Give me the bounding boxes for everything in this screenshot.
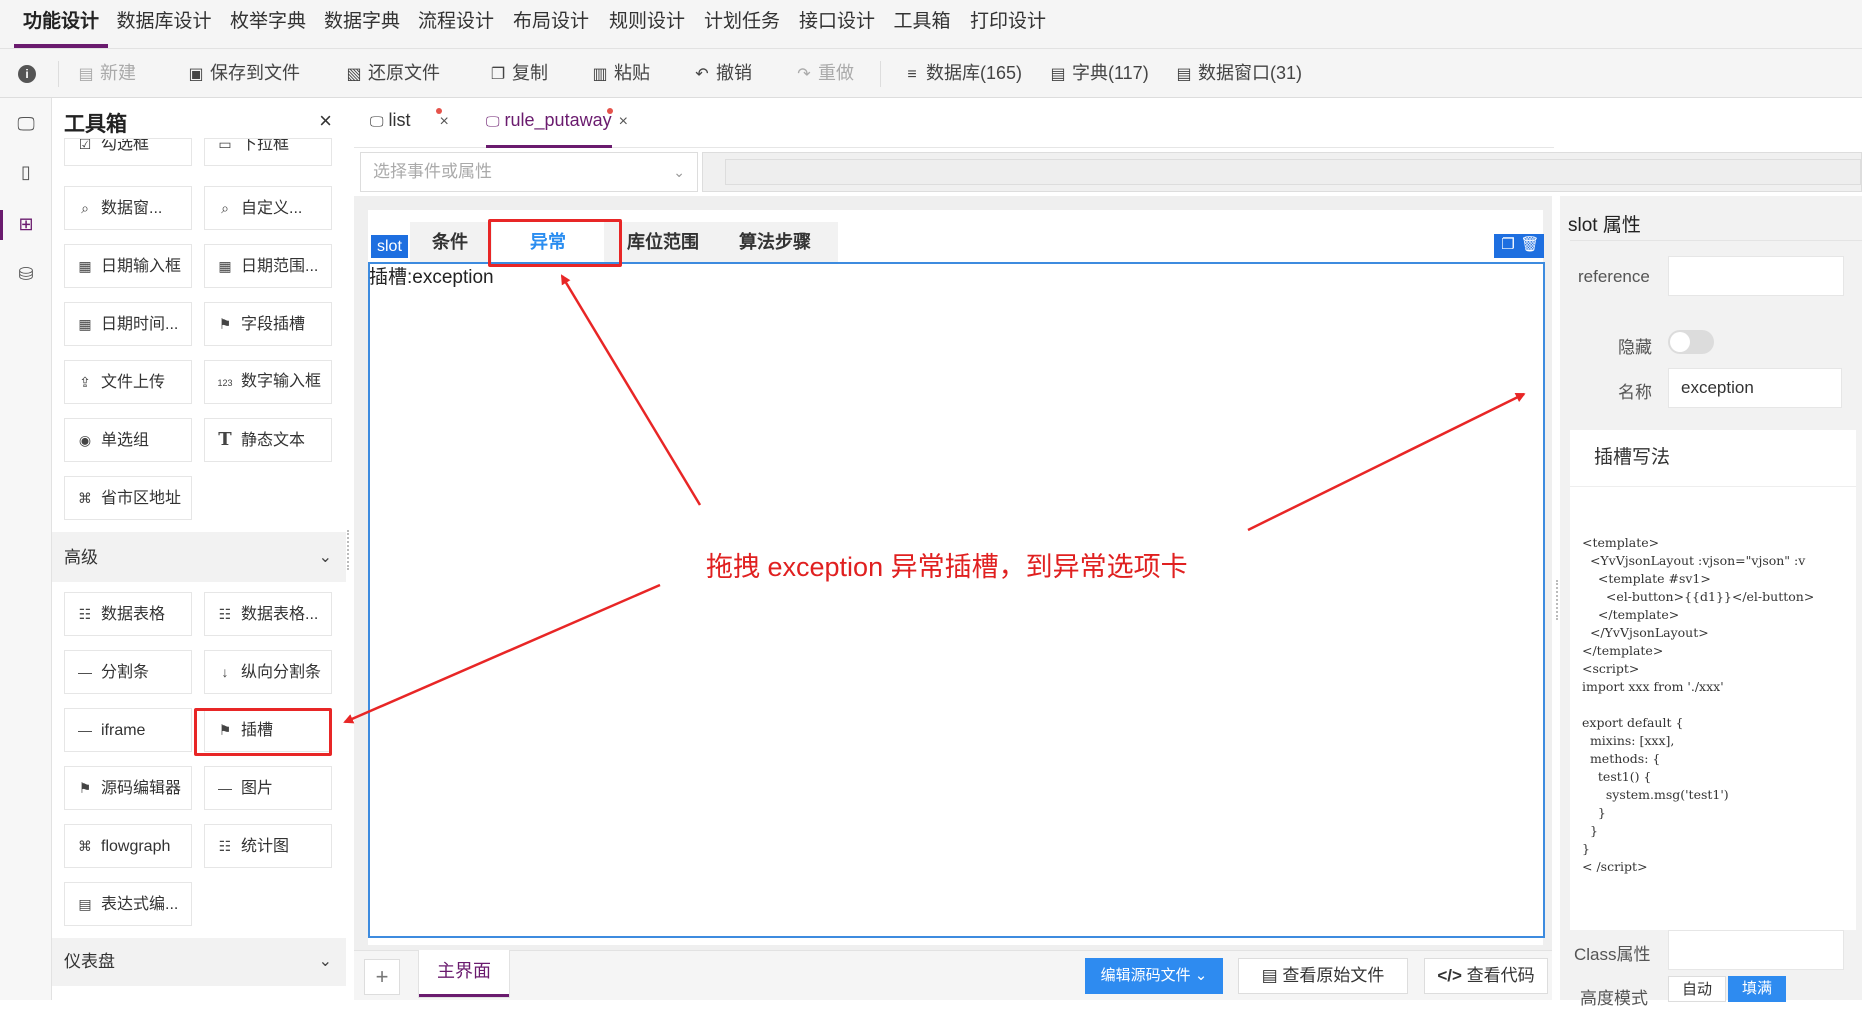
tab-active-indicator [419, 994, 509, 997]
file-icon: ▤ [1261, 966, 1278, 985]
arrow-to-exception-tab [560, 274, 702, 506]
height-mode-fill[interactable]: 填满 [1728, 976, 1786, 1002]
toggle-knob [1670, 332, 1690, 352]
edit-source-button[interactable]: 编辑源码文件 ⌄ [1085, 958, 1223, 994]
name-label: 名称 [1618, 383, 1652, 402]
hidden-label: 隐藏 [1618, 338, 1652, 357]
height-mode-auto[interactable]: 自动 [1668, 976, 1726, 1002]
class-input[interactable] [1668, 930, 1844, 970]
props-divider [1570, 240, 1862, 241]
view-code-label: 查看代码 [1466, 966, 1535, 985]
height-mode-label: 高度模式 [1580, 989, 1648, 1008]
card-divider [1570, 486, 1856, 487]
code-icon: </> [1437, 966, 1462, 985]
main-page-tab-label: 主界面 [437, 961, 491, 981]
arrow-to-name-field [1247, 392, 1526, 532]
view-code-button[interactable]: </> 查看代码 [1424, 958, 1548, 994]
reference-input[interactable] [1668, 256, 1844, 296]
class-label: Class属性 [1574, 945, 1651, 964]
main-page-tab[interactable]: 主界面 [418, 950, 510, 998]
add-page-button[interactable]: + [364, 959, 400, 995]
view-original-label: 查看原始文件 [1282, 966, 1385, 985]
hidden-toggle[interactable] [1668, 330, 1714, 354]
slot-usage-title: 插槽写法 [1594, 447, 1671, 468]
slot-usage-code: <template> <YvVjsonLayout :vjson="vjson"… [1582, 535, 1815, 874]
chevron-down-icon: ⌄ [1194, 967, 1208, 984]
props-title: slot 属性 [1568, 215, 1641, 236]
view-original-button[interactable]: ▤ 查看原始文件 [1238, 958, 1408, 994]
reference-label: reference [1578, 267, 1650, 286]
name-input[interactable]: exception [1668, 368, 1842, 408]
edit-source-label: 编辑源码文件 [1100, 967, 1191, 984]
slot-usage-card: 插槽写法 <template> <YvVjsonLayout :vjson="v… [1570, 430, 1856, 930]
arrow-to-slot-tool [343, 583, 661, 724]
